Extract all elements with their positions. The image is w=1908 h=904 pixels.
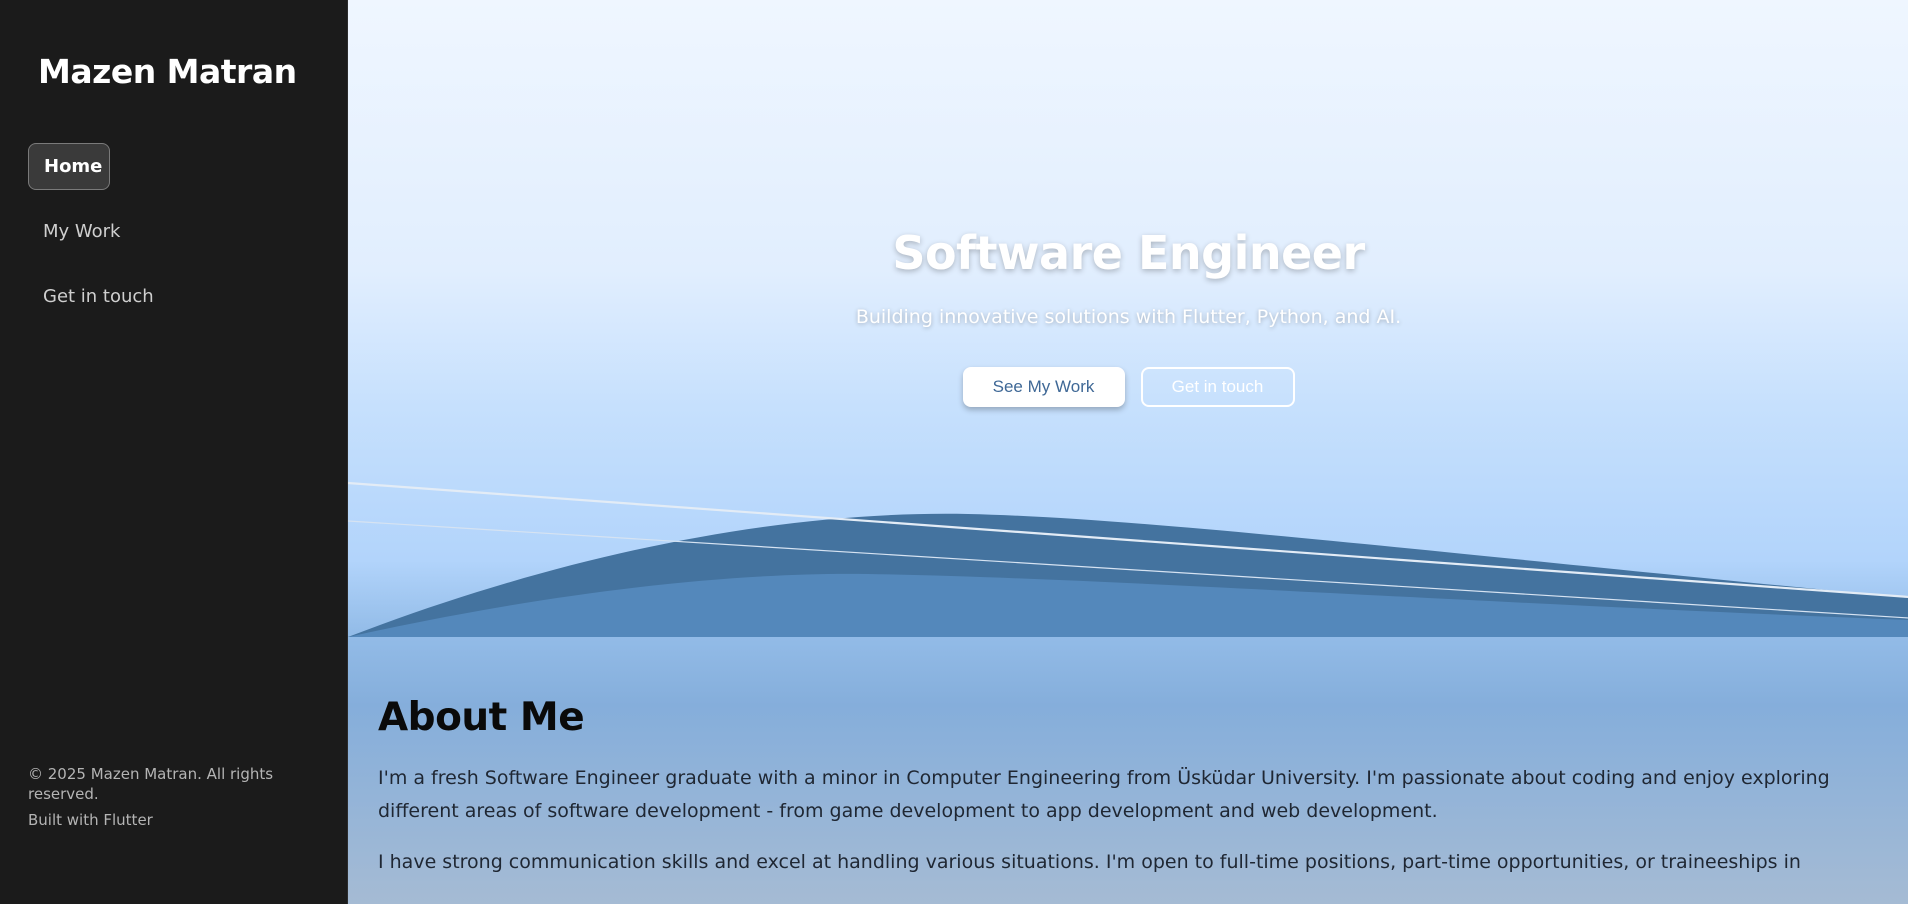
portfolio-app: Mazen Matran Home My Work Get in touch ©… [0,0,1908,904]
about-paragraph: I have strong communication skills and e… [378,851,1801,873]
see-my-work-button[interactable]: See My Work [962,367,1125,407]
hero-actions: See My Work Get in touch [348,367,1908,407]
hero-title: Software Engineer [892,226,1365,280]
built-with-text: Built with Flutter [28,811,153,829]
hero-wave-decoration [348,481,1908,637]
get-in-touch-button[interactable]: Get in touch [1140,367,1295,407]
hero-section: Software Engineer Building innovative so… [348,0,1908,637]
main-content: Software Engineer Building innovative so… [348,0,1908,904]
brand-name: Mazen Matran [38,52,297,91]
about-section: About Me I'm a fresh Software Engineer g… [378,695,1878,897]
hero-subtitle: Building innovative solutions with Flutt… [855,306,1402,328]
sidebar: Mazen Matran Home My Work Get in touch ©… [0,0,348,904]
sidebar-footer: © 2025 Mazen Matran. All rights reserved… [28,764,298,836]
nav-item-get-in-touch[interactable]: Get in touch [28,273,169,320]
about-paragraph: I'm a fresh Software Engineer graduate w… [378,767,1830,822]
nav-item-home[interactable]: Home [28,143,110,190]
about-heading: About Me [378,695,585,740]
nav-item-my-work[interactable]: My Work [28,208,169,255]
copyright-text: © 2025 Mazen Matran. All rights reserved… [28,765,274,803]
sidebar-nav: Home My Work Get in touch [28,143,169,338]
